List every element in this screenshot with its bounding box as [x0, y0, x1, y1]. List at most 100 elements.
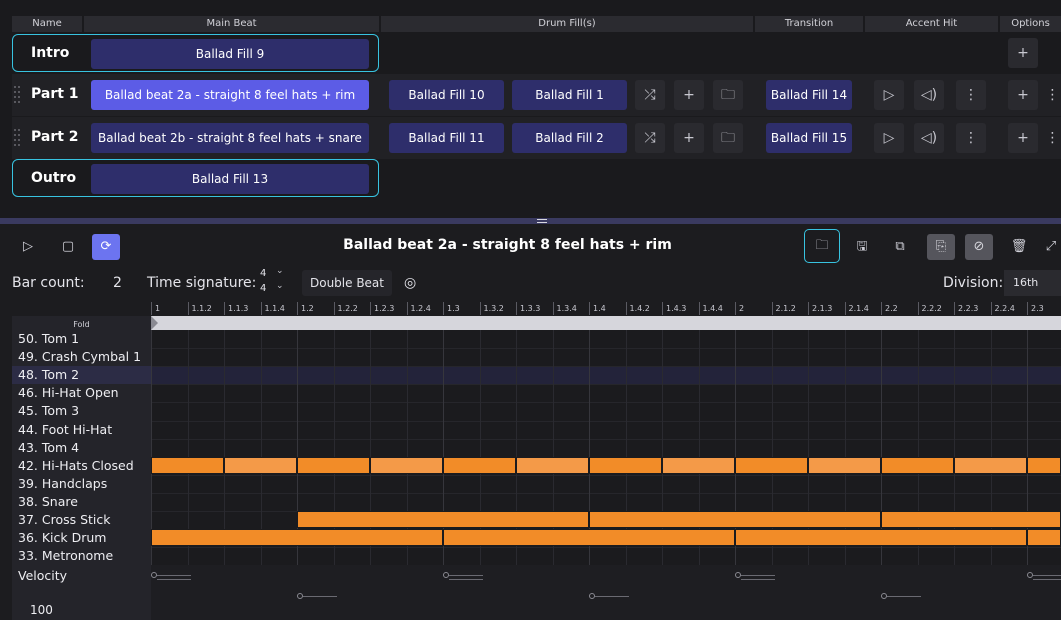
velocity-value[interactable]: 100: [30, 603, 53, 617]
fold-button[interactable]: Fold: [12, 320, 151, 329]
note-block[interactable]: [881, 456, 954, 474]
instrument-name[interactable]: 42. Hi-Hats Closed: [18, 458, 134, 473]
main-beat-slot[interactable]: Ballad beat 2b - straight 8 feel hats + …: [91, 123, 369, 153]
velocity-bar: [449, 575, 483, 576]
save-icon[interactable]: 🖫: [848, 234, 876, 260]
instrument-name[interactable]: 36. Kick Drum: [18, 530, 106, 545]
instrument-name[interactable]: 33. Metronome: [18, 548, 113, 563]
time-sig-denominator[interactable]: 4: [260, 283, 266, 294]
header-name: Name: [12, 16, 82, 32]
main-beat-slot-selected[interactable]: Ballad beat 2a - straight 8 feel hats + …: [91, 80, 369, 110]
note-block[interactable]: [735, 456, 808, 474]
loop-region-bar[interactable]: [151, 316, 1061, 330]
double-beat-button[interactable]: Double Beat: [302, 270, 392, 296]
playhead-marker[interactable]: [151, 316, 158, 330]
instrument-name[interactable]: 38. Snare: [18, 494, 78, 509]
note-block[interactable]: [1027, 529, 1061, 547]
add-fill-button[interactable]: +: [674, 123, 704, 153]
folder-icon[interactable]: 🗀: [713, 80, 743, 110]
more-icon[interactable]: ⋮: [956, 123, 986, 153]
stop-icon[interactable]: ▢: [54, 234, 82, 260]
copy-icon[interactable]: ⧉: [886, 234, 914, 260]
instrument-name[interactable]: 46. Hi-Hat Open: [18, 385, 119, 400]
instrument-name[interactable]: 50. Tom 1: [18, 331, 79, 346]
ruler-tick-label: 1.4.4: [698, 302, 723, 315]
ruler-tick-label: 2.3: [1027, 302, 1044, 315]
drag-handle-icon[interactable]: [14, 86, 22, 104]
more-icon[interactable]: ⋮: [1044, 80, 1061, 110]
add-option-button[interactable]: +: [1008, 123, 1038, 153]
bar-count-value[interactable]: 2: [113, 270, 122, 296]
note-block[interactable]: [224, 456, 297, 474]
chevron-down-icon[interactable]: ⌄: [276, 266, 284, 276]
add-option-button[interactable]: +: [1008, 38, 1038, 68]
instrument-name[interactable]: 43. Tom 4: [18, 440, 79, 455]
note-block[interactable]: [151, 456, 224, 474]
drag-handle-icon[interactable]: [14, 129, 22, 147]
grid-row-line: [151, 492, 1061, 494]
division-label: Division:: [943, 275, 1004, 291]
folder-icon[interactable]: 🗀: [713, 123, 743, 153]
expand-icon[interactable]: ⤢: [1041, 234, 1061, 260]
chevron-down-icon[interactable]: ⌄: [276, 281, 284, 291]
ruler-tick-label: 2.1.3: [808, 302, 832, 315]
time-sig-numerator[interactable]: 4: [260, 268, 266, 279]
add-option-button[interactable]: +: [1008, 80, 1038, 110]
note-block[interactable]: [370, 456, 443, 474]
speaker-icon[interactable]: ◁): [914, 80, 944, 110]
instrument-name[interactable]: 37. Cross Stick: [18, 512, 111, 527]
note-block[interactable]: [443, 529, 735, 547]
note-block[interactable]: [1027, 456, 1061, 474]
header-transition: Transition: [755, 16, 863, 32]
play-icon[interactable]: ▷: [874, 80, 904, 110]
note-block[interactable]: [589, 511, 881, 528]
more-icon[interactable]: ⋮: [956, 80, 986, 110]
transition-slot[interactable]: Ballad Fill 14: [766, 80, 852, 110]
instrument-name[interactable]: 45. Tom 3: [18, 403, 79, 418]
note-block[interactable]: [808, 456, 881, 474]
note-block[interactable]: [516, 456, 589, 474]
speaker-icon[interactable]: ◁): [914, 123, 944, 153]
note-block[interactable]: [662, 456, 735, 474]
section-name: Part 2: [31, 129, 79, 145]
drum-fill-slot[interactable]: Ballad Fill 10: [389, 80, 504, 110]
open-folder-icon[interactable]: 🗀: [804, 229, 840, 263]
shuffle-icon[interactable]: ⤮: [635, 80, 665, 110]
instrument-name[interactable]: 44. Foot Hi-Hat: [18, 422, 112, 437]
note-block[interactable]: [589, 456, 662, 474]
velocity-lane[interactable]: [151, 565, 1061, 620]
shuffle-icon[interactable]: ⤮: [635, 123, 665, 153]
play-icon[interactable]: ▷: [14, 234, 42, 260]
note-block[interactable]: [297, 511, 589, 528]
target-icon[interactable]: ◎: [404, 270, 416, 296]
unlink-icon[interactable]: ⊘: [965, 234, 993, 260]
note-block[interactable]: [735, 529, 1027, 547]
main-beat-slot[interactable]: Ballad Fill 9: [91, 39, 369, 69]
paste-icon[interactable]: ⎘: [927, 234, 955, 260]
drum-fill-slot[interactable]: Ballad Fill 11: [389, 123, 504, 153]
note-block[interactable]: [443, 456, 516, 474]
note-block[interactable]: [297, 456, 370, 474]
transition-slot[interactable]: Ballad Fill 15: [766, 123, 852, 153]
add-fill-button[interactable]: +: [674, 80, 704, 110]
grid-row-line: [151, 438, 1061, 440]
drum-fill-slot[interactable]: Ballad Fill 2: [512, 123, 627, 153]
more-icon[interactable]: ⋮: [1044, 123, 1061, 153]
splitter-grip-icon[interactable]: [537, 219, 547, 223]
velocity-bar: [157, 575, 191, 576]
play-icon[interactable]: ▷: [874, 123, 904, 153]
ruler-tick-label: 1.4.3: [662, 302, 686, 315]
grid-row-line: [151, 384, 1061, 386]
instrument-name[interactable]: 48. Tom 2: [18, 367, 79, 382]
trash-icon[interactable]: 🗑: [1005, 234, 1033, 260]
instrument-name[interactable]: 49. Crash Cymbal 1: [18, 349, 141, 364]
division-select[interactable]: 16th: [1004, 270, 1061, 296]
note-block[interactable]: [151, 529, 443, 547]
loop-icon[interactable]: ⟳: [92, 234, 120, 260]
note-block[interactable]: [954, 456, 1027, 474]
grid-row-line: [151, 402, 1061, 404]
drum-fill-slot[interactable]: Ballad Fill 1: [512, 80, 627, 110]
note-block[interactable]: [881, 511, 1061, 528]
main-beat-slot[interactable]: Ballad Fill 13: [91, 164, 369, 194]
instrument-name[interactable]: 39. Handclaps: [18, 476, 107, 491]
